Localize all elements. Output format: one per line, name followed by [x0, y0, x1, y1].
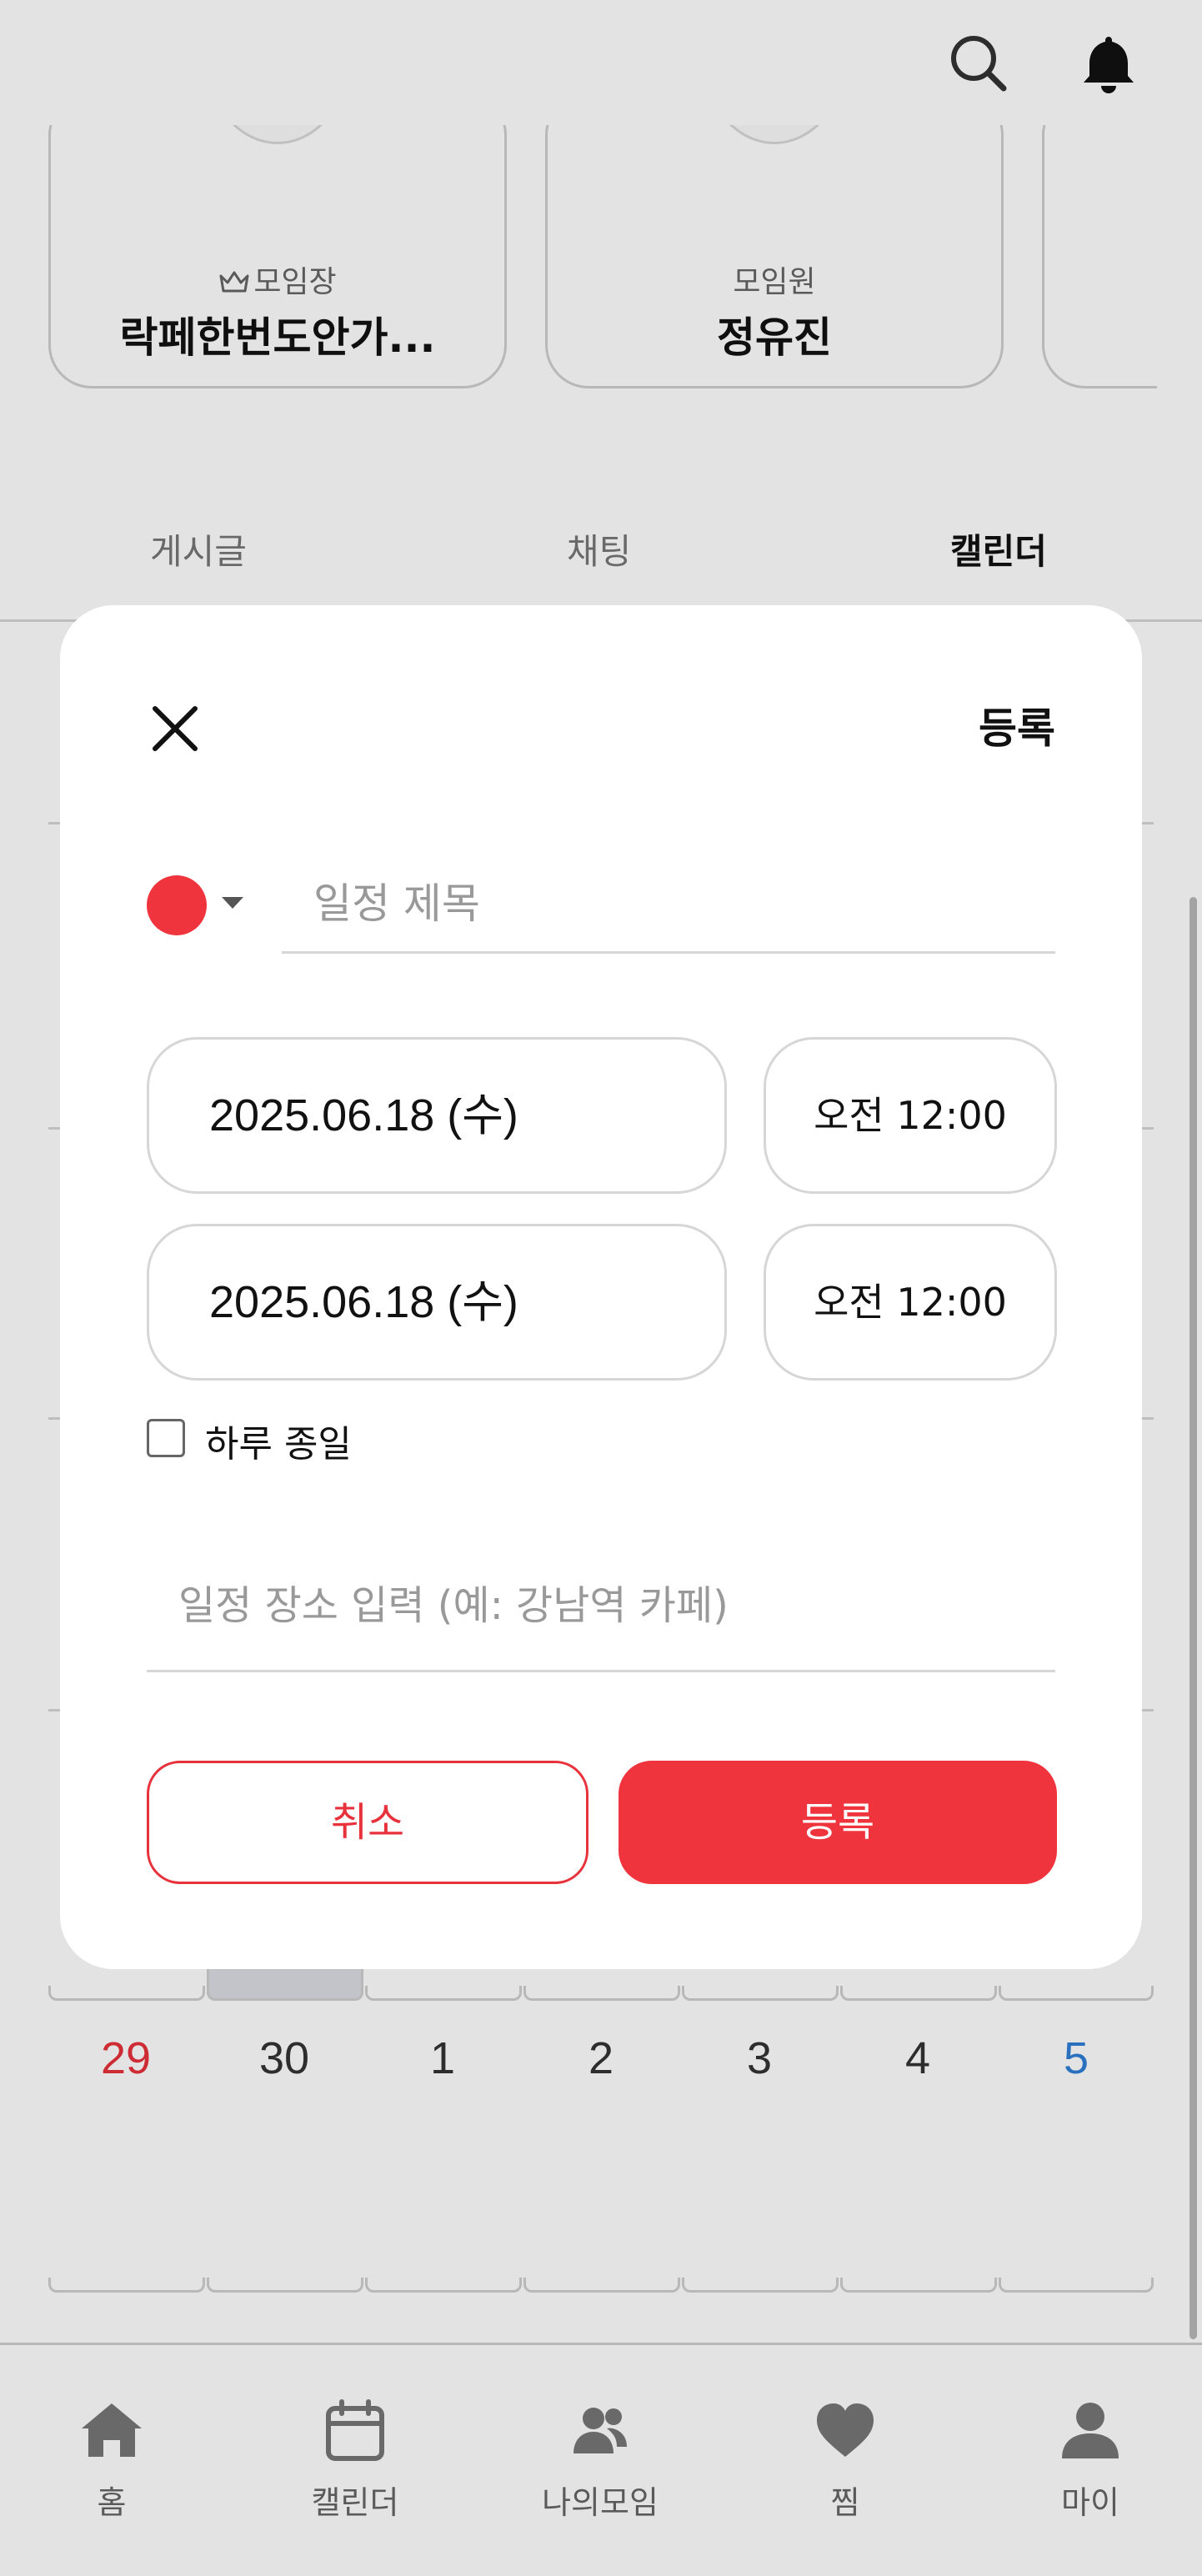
header-register-button[interactable]: 등록 — [979, 695, 1055, 755]
color-picker[interactable] — [147, 870, 263, 937]
close-icon[interactable] — [143, 697, 207, 760]
caret-down-icon — [222, 897, 243, 909]
end-time-field[interactable]: 오전 12:00 — [764, 1224, 1057, 1381]
schedule-title-input[interactable] — [282, 855, 1055, 954]
end-date-field[interactable]: 2025.06.18 (수) — [147, 1224, 727, 1381]
schedule-create-modal: 등록 2025.06.18 (수) 오전 12:00 2025.06.18 (수… — [60, 605, 1142, 1969]
start-time-field[interactable]: 오전 12:00 — [764, 1037, 1057, 1194]
checkbox-box[interactable] — [147, 1419, 185, 1457]
start-date-field[interactable]: 2025.06.18 (수) — [147, 1037, 727, 1194]
submit-button[interactable]: 등록 — [619, 1761, 1057, 1884]
cancel-button[interactable]: 취소 — [147, 1761, 588, 1884]
color-dot — [147, 875, 207, 935]
schedule-place-input[interactable] — [147, 1541, 1055, 1672]
app-screen: 모임장 락페한번도안가... 모임원 정유진 게시글 채팅 캘린더 29 30 … — [0, 0, 1202, 2576]
allday-label: 하루 종일 — [205, 1423, 352, 1466]
